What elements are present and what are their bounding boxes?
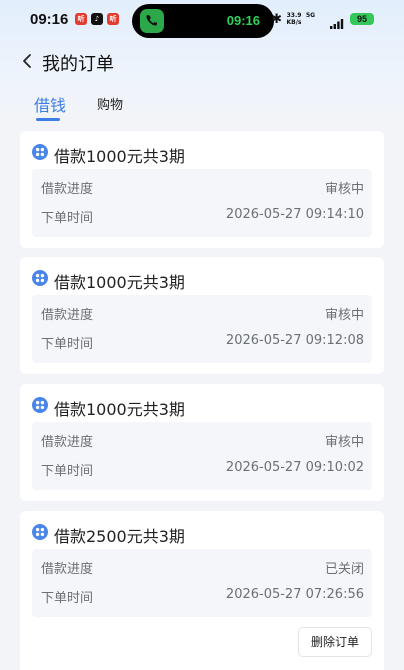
progress-label: 借款进度 xyxy=(41,308,94,323)
page-title: 我的订单 xyxy=(42,54,114,75)
order-time-value: 2026-05-27 07:26:56 xyxy=(225,587,364,602)
order-info: 借款进度 审核中 下单时间 2026-05-27 09:14:10 xyxy=(32,169,372,237)
status-bar: 09:16 听 ♪ 听 09:16 ✱ 33.9 KB/s 5G 95 xyxy=(0,0,404,40)
order-time-label: 下单时间 xyxy=(41,211,94,226)
notification-icon: 听 xyxy=(107,13,119,25)
phone-icon xyxy=(140,9,164,33)
order-card[interactable]: 借款1000元共3期 借款进度 审核中 下单时间 2026-05-27 09:1… xyxy=(20,131,384,248)
title-bar: 我的订单 xyxy=(0,44,404,78)
order-info: 借款进度 已关闭 下单时间 2026-05-27 07:26:56 xyxy=(32,549,372,617)
loan-icon xyxy=(32,397,48,413)
progress-status: 审核中 xyxy=(324,308,364,323)
order-time-value: 2026-05-27 09:10:02 xyxy=(225,460,364,475)
loan-icon xyxy=(32,524,48,540)
notification-icon: 听 xyxy=(75,13,87,25)
tab-bar: 借钱 购物 xyxy=(0,88,404,122)
order-title: 借款1000元共3期 xyxy=(54,273,185,292)
loan-icon xyxy=(32,144,48,160)
progress-status: 已关闭 xyxy=(324,562,364,577)
progress-label: 借款进度 xyxy=(41,182,94,197)
order-info: 借款进度 审核中 下单时间 2026-05-27 09:12:08 xyxy=(32,295,372,363)
progress-status: 审核中 xyxy=(324,435,364,450)
order-card[interactable]: 借款2500元共3期 借款进度 已关闭 下单时间 2026-05-27 07:2… xyxy=(20,511,384,670)
status-time: 09:16 xyxy=(30,11,69,28)
order-time-label: 下单时间 xyxy=(41,464,94,479)
loan-icon xyxy=(32,270,48,286)
order-time-value: 2026-05-27 09:14:10 xyxy=(225,207,364,222)
order-info: 借款进度 审核中 下单时间 2026-05-27 09:10:02 xyxy=(32,422,372,490)
order-title: 借款1000元共3期 xyxy=(54,147,185,166)
back-arrow-icon[interactable] xyxy=(20,52,36,70)
network-type: 5G xyxy=(306,12,316,19)
tab-active-indicator xyxy=(36,118,60,121)
signal-icon xyxy=(330,14,344,29)
network-speed: 33.9 KB/s xyxy=(286,12,302,26)
battery-icon: 95 xyxy=(350,13,374,25)
order-title: 借款1000元共3期 xyxy=(54,400,185,419)
call-indicator[interactable]: 09:16 xyxy=(132,4,274,38)
progress-status: 审核中 xyxy=(324,182,364,197)
order-title: 借款2500元共3期 xyxy=(54,527,185,546)
order-time-value: 2026-05-27 09:12:08 xyxy=(225,333,364,348)
order-card[interactable]: 借款1000元共3期 借款进度 审核中 下单时间 2026-05-27 09:1… xyxy=(20,257,384,374)
progress-label: 借款进度 xyxy=(41,435,94,450)
delete-order-button[interactable]: 删除订单 xyxy=(298,627,372,657)
order-time-label: 下单时间 xyxy=(41,591,94,606)
tab-borrow[interactable]: 借钱 xyxy=(34,92,66,116)
tab-shopping[interactable]: 购物 xyxy=(97,94,123,113)
order-time-label: 下单时间 xyxy=(41,337,94,352)
order-card[interactable]: 借款1000元共3期 借款进度 审核中 下单时间 2026-05-27 09:1… xyxy=(20,384,384,501)
progress-label: 借款进度 xyxy=(41,562,94,577)
tiktok-icon: ♪ xyxy=(91,13,103,25)
bluetooth-icon: ✱ xyxy=(271,12,282,27)
